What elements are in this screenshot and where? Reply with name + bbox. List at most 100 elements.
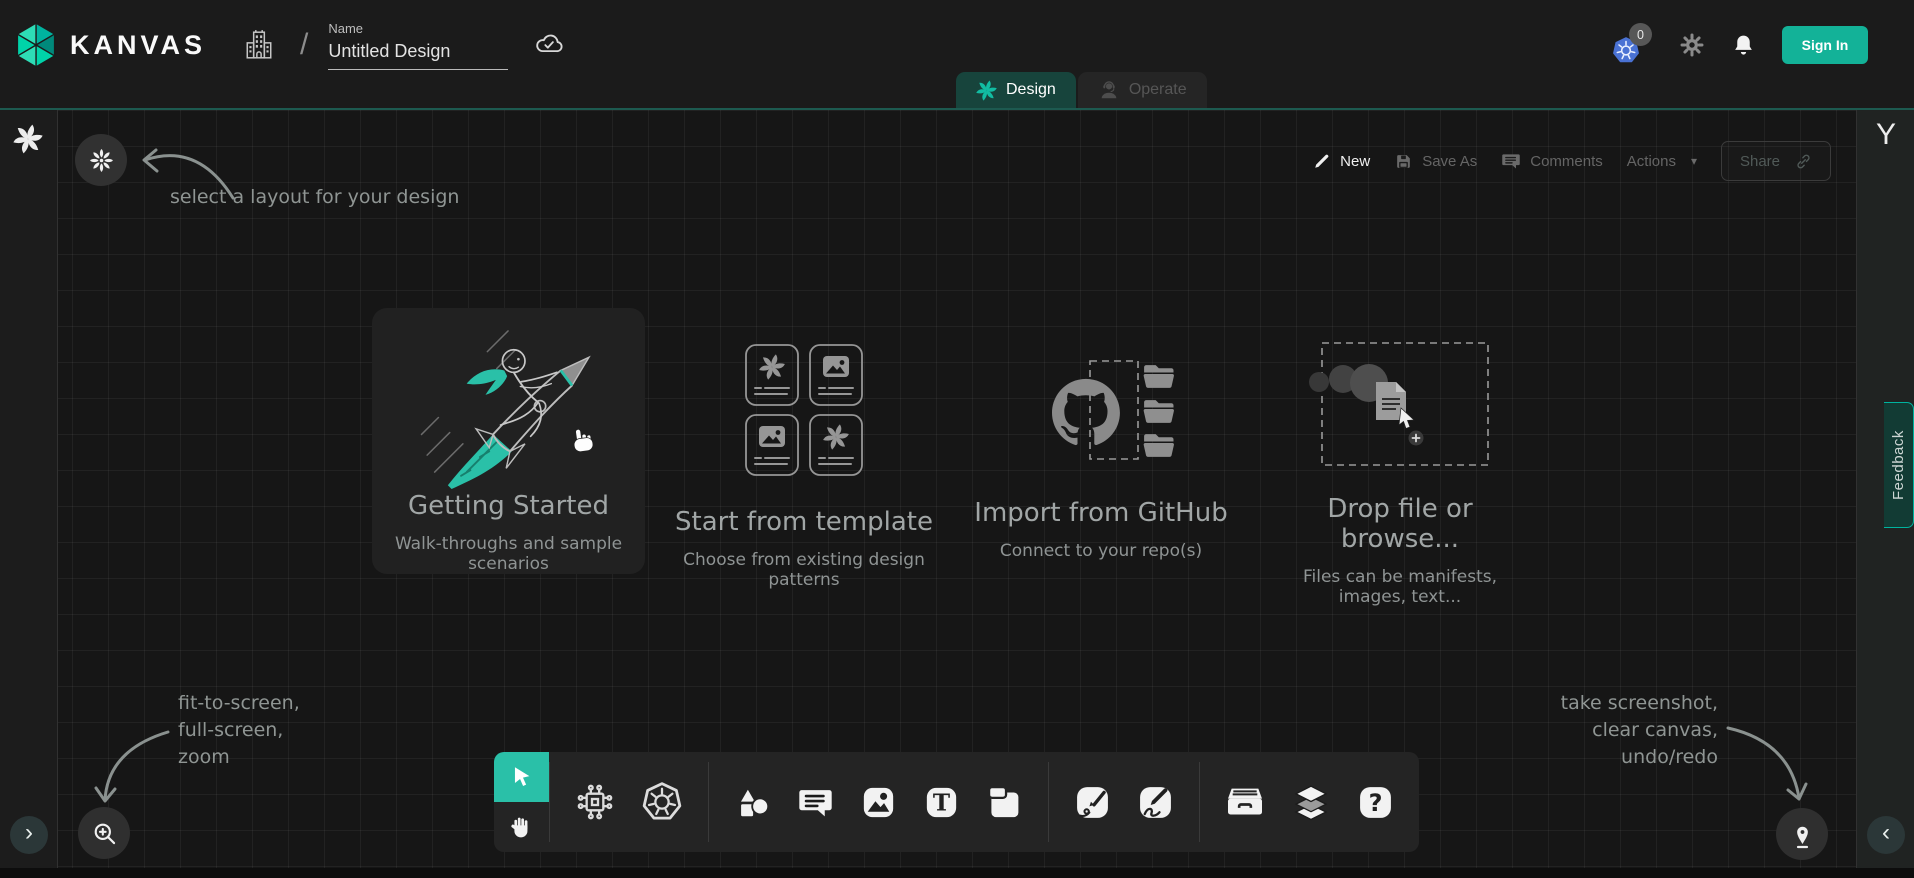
feedback-tab[interactable]: Feedback (1884, 402, 1914, 528)
pencil-icon (1313, 152, 1331, 170)
tab-design-label: Design (1006, 81, 1056, 99)
mode-tabs: Design Operate (956, 72, 1207, 108)
comment-tool[interactable] (797, 784, 834, 821)
new-label: New (1340, 153, 1370, 170)
chip-icon (575, 782, 615, 822)
new-design-button[interactable]: New (1313, 152, 1370, 170)
actions-label: Actions (1627, 153, 1676, 170)
drawing-tools (1049, 752, 1199, 852)
design-canvas[interactable]: › Y ‹ Feedback select a layout for your … (0, 110, 1914, 868)
kanvas-logo: KANVAS (14, 21, 206, 69)
expand-right-panel-button[interactable]: ‹ (1867, 816, 1905, 854)
github-icon (1052, 379, 1120, 445)
caret-down-icon: ▾ (1691, 154, 1697, 168)
image-icon (860, 784, 897, 821)
tab-operate[interactable]: Operate (1078, 72, 1207, 108)
chevron-right-icon: › (25, 819, 33, 846)
card-title: Import from GitHub (974, 498, 1227, 528)
settings-button[interactable] (1679, 32, 1705, 58)
window-bottom-edge (0, 868, 1914, 878)
card-subtitle: Choose from existing design patterns (672, 550, 936, 590)
shapes-icon (734, 784, 771, 821)
annotation-tools (709, 752, 1048, 852)
kubernetes-tool[interactable] (641, 781, 683, 823)
context-count-badge: 0 (1629, 23, 1652, 46)
note-icon (986, 784, 1023, 821)
design-pinwheel-icon (976, 80, 997, 101)
chevron-left-icon: ‹ (1882, 819, 1890, 846)
text-icon (923, 784, 960, 821)
gear-icon (1679, 32, 1705, 58)
name-label: Name (328, 21, 508, 36)
text-tool[interactable] (923, 784, 960, 821)
hand-icon (509, 815, 534, 840)
link-icon (1795, 153, 1812, 170)
zoom-button[interactable] (78, 807, 130, 859)
select-tool[interactable] (494, 752, 549, 802)
design-name-field: Name (328, 21, 508, 70)
component-tool[interactable] (575, 782, 615, 822)
card-import-from-github[interactable]: Import from GitHub Connect to your repo(… (968, 352, 1234, 561)
tool-dock (494, 752, 1419, 852)
share-label: Share (1740, 153, 1780, 170)
kubernetes-context-button[interactable]: 0 (1611, 25, 1653, 65)
canvas-toolbar: New Save As Comments Actions ▾ Share (1313, 140, 1831, 182)
folder-icon (1144, 434, 1174, 457)
expand-left-panel-button[interactable]: › (10, 816, 48, 854)
image-tool[interactable] (860, 784, 897, 821)
drop-file-illustration (1300, 340, 1500, 468)
zoom-hint-text: fit-to-screen, full-screen, zoom (178, 690, 300, 771)
card-drop-file[interactable]: Drop file or browse... Files can be mani… (1272, 340, 1528, 607)
sign-in-button[interactable]: Sign In (1782, 26, 1868, 64)
comment-icon (797, 784, 834, 821)
note-tool[interactable] (986, 784, 1023, 821)
card-start-from-template[interactable]: Start from template Choose from existing… (672, 343, 936, 590)
kubernetes-wheel-icon (641, 781, 683, 823)
comments-button[interactable]: Comments (1501, 151, 1603, 171)
save-as-button[interactable]: Save As (1394, 152, 1477, 171)
share-button[interactable]: Share (1721, 141, 1831, 181)
select-layout-button[interactable] (75, 134, 127, 186)
header-bar: KANVAS / Name 0 Sign In (0, 0, 1914, 110)
card-getting-started[interactable]: Getting Started Walk-throughs and sample… (372, 308, 645, 574)
card-title: Getting Started (408, 491, 609, 521)
kanvas-hexagon-icon (14, 21, 58, 69)
pan-tool[interactable] (494, 802, 549, 852)
operate-headset-icon (1098, 79, 1120, 101)
notifications-button[interactable] (1731, 33, 1756, 58)
meshery-spiral-button[interactable] (13, 124, 43, 157)
card-title: Start from template (675, 507, 933, 537)
cursor-icon (1399, 408, 1414, 429)
zoom-hint-arrow (92, 708, 182, 808)
magnifier-plus-icon (91, 820, 118, 847)
template-tiles-illustration (744, 343, 864, 477)
spiral-icon (13, 124, 43, 154)
y-icon: Y (1876, 118, 1896, 151)
tab-design[interactable]: Design (956, 72, 1076, 108)
rocket-rider-illustration (394, 314, 624, 489)
layers-tool[interactable] (1291, 782, 1331, 822)
yaml-shortcut-button[interactable]: Y (1857, 118, 1914, 152)
bell-icon (1731, 33, 1756, 58)
screenshot-pen-button[interactable] (1776, 808, 1828, 860)
actions-dropdown[interactable]: Actions ▾ (1627, 153, 1697, 170)
comment-icon (1501, 151, 1521, 171)
drawer-tool[interactable] (1225, 782, 1265, 822)
design-name-input[interactable] (328, 39, 508, 70)
drawer-icon (1225, 782, 1265, 822)
comments-label: Comments (1530, 153, 1603, 170)
help-tool[interactable] (1357, 784, 1394, 821)
github-import-illustration (1020, 352, 1182, 470)
pencil-tool[interactable] (1137, 784, 1174, 821)
organization-button[interactable] (242, 26, 276, 64)
misc-tools (1200, 752, 1419, 852)
app-window: KANVAS / Name 0 Sign In (0, 0, 1914, 878)
help-icon (1357, 784, 1394, 821)
pen-tool[interactable] (1074, 784, 1111, 821)
header-actions: 0 Sign In (1611, 25, 1868, 65)
card-subtitle: Files can be manifests, images, text... (1272, 567, 1528, 607)
shapes-tool[interactable] (734, 784, 771, 821)
layout-flower-icon (89, 148, 114, 173)
screenshot-hint-arrow (1712, 716, 1812, 814)
pencil-draw-icon (1137, 784, 1174, 821)
